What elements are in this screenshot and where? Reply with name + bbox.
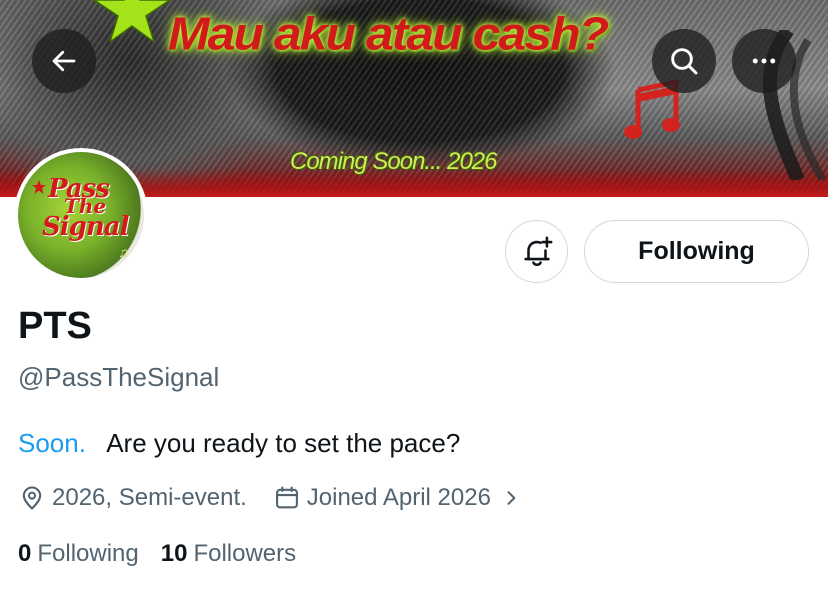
profile-meta: 2026, Semi-event. Joined April 2026	[18, 482, 521, 514]
bio: Soon. Are you ready to set the pace?	[18, 428, 460, 459]
joined-date[interactable]: Joined April 2026	[273, 484, 521, 512]
following-button[interactable]: Following	[584, 220, 809, 283]
location-text: 2026, Semi-event.	[52, 484, 247, 511]
arrow-left-icon	[52, 50, 76, 72]
avatar[interactable]: Pass The Signal ♫	[14, 148, 148, 282]
following-label: Following	[37, 540, 139, 567]
banner-subtitle: Coming Soon... 2026	[290, 148, 497, 175]
bio-text: Are you ready to set the pace?	[85, 428, 461, 458]
following-count: 0	[18, 540, 32, 567]
followers-count: 10	[160, 540, 188, 567]
joined-text: Joined April 2026	[306, 484, 491, 511]
followers-label: Followers	[193, 540, 297, 567]
bell-plus-icon	[523, 236, 552, 266]
location: 2026, Semi-event.	[18, 484, 247, 512]
back-button[interactable]	[32, 29, 96, 93]
location-pin-icon	[22, 486, 42, 510]
follow-stats: 0 Following 10 Followers	[18, 540, 318, 568]
avatar-image: Pass The Signal ♫	[18, 152, 144, 278]
banner-title: Mau aku atau cash?	[168, 8, 609, 60]
following-count-link[interactable]: 0 Following	[18, 540, 139, 568]
calendar-icon	[275, 486, 298, 509]
notifications-button[interactable]	[505, 220, 568, 283]
user-handle: @PassTheSignal	[18, 362, 220, 392]
search-icon	[671, 48, 698, 75]
display-name: PTS	[18, 305, 92, 347]
chevron-right-icon	[507, 491, 516, 505]
star-icon	[92, 0, 172, 42]
followers-count-link[interactable]: 10 Followers	[161, 540, 296, 568]
search-button[interactable]	[652, 29, 716, 93]
bio-link[interactable]: Soon.	[18, 428, 86, 458]
more-dots-icon	[752, 58, 776, 64]
avatar-star-icon	[32, 180, 46, 194]
more-button[interactable]	[732, 29, 796, 93]
avatar-text-signal: Signal	[42, 212, 129, 242]
avatar-music-note-icon: ♫	[118, 244, 129, 260]
